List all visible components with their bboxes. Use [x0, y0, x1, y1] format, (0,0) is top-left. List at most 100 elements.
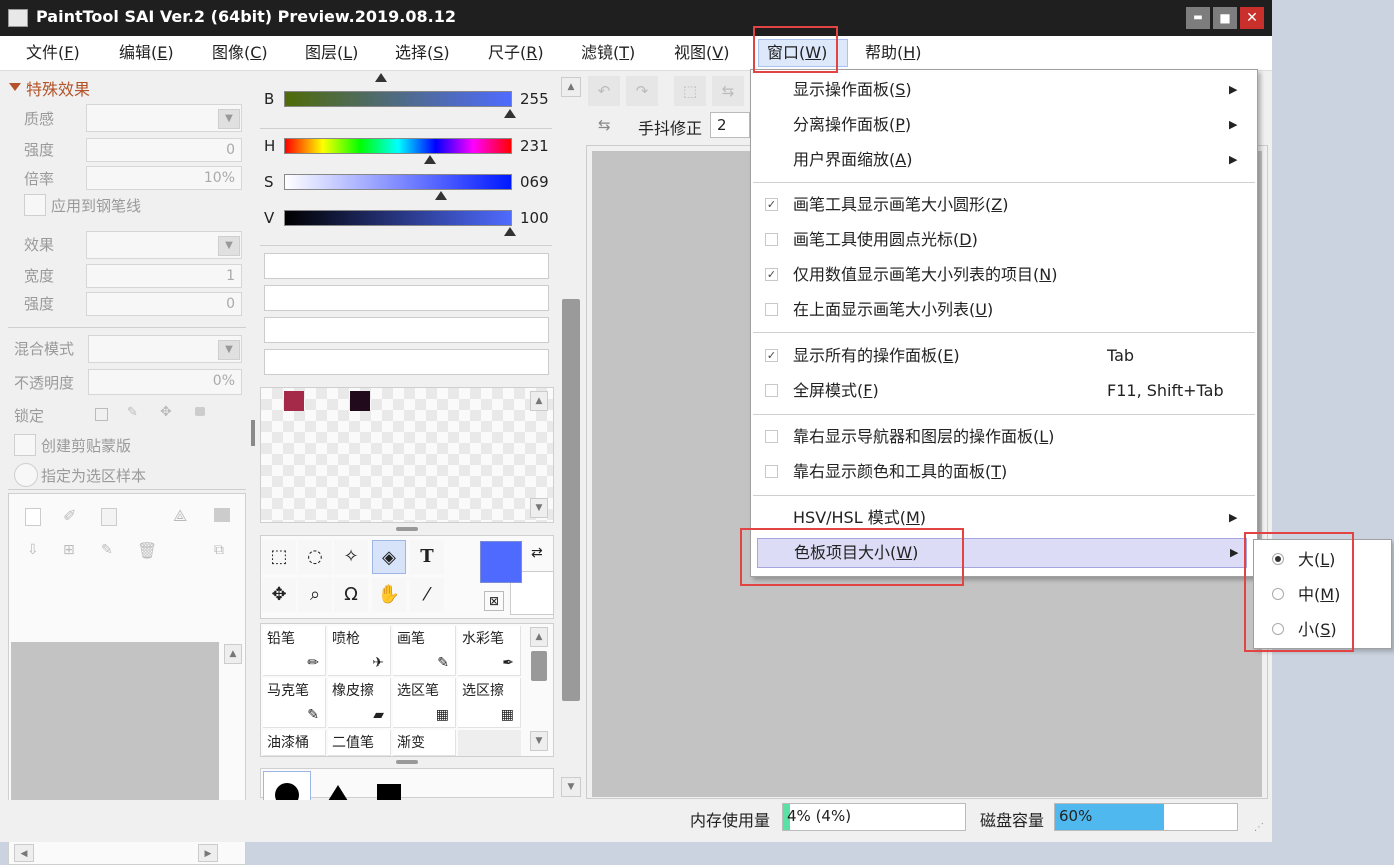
brush-item[interactable]: 油漆桶	[263, 730, 326, 756]
reset-colors-icon[interactable]: ⊠	[484, 591, 504, 611]
redo-icon[interactable]: ↷	[626, 76, 658, 106]
scroll-up-button[interactable]: ▲	[561, 77, 581, 97]
scroll-down-button[interactable]: ▼	[530, 731, 548, 751]
menu-ruler[interactable]: 尺子(R)	[488, 36, 544, 70]
opacity-field[interactable]: 0%	[88, 369, 242, 395]
scroll-up-button[interactable]: ▲	[530, 391, 548, 411]
copy-layer-icon[interactable]: ⊞	[63, 542, 75, 558]
window-menu-item[interactable]: 画笔工具使用圆点光标(D)	[751, 222, 1257, 257]
swap-colors-icon[interactable]: ⇄	[531, 545, 543, 561]
scroll-down-button[interactable]: ▼	[561, 777, 581, 797]
brush-item[interactable]: 喷枪 ✈	[328, 626, 391, 676]
brush-item[interactable]: 水彩笔 ✒	[458, 626, 521, 676]
chevron-down-icon[interactable]: ▼	[218, 109, 240, 129]
lock-transparency-icon[interactable]	[95, 408, 108, 421]
color-slot-2[interactable]	[264, 285, 549, 311]
eyedropper-icon[interactable]: ⁄	[410, 578, 444, 612]
window-menu-item[interactable]: ✓ 画笔工具显示画笔大小圆形(Z)	[751, 187, 1257, 222]
window-menu-item[interactable]: 分离操作面板(P) ▶	[751, 107, 1257, 142]
window-menu-item[interactable]: 在上面显示画笔大小列表(U)	[751, 292, 1257, 327]
deselect-icon[interactable]: ⬚	[674, 76, 706, 106]
title-bar[interactable]: PaintTool SAI Ver.2 (64bit) Preview.2019…	[0, 0, 1272, 36]
menu-layer[interactable]: 图层(L)	[305, 36, 358, 70]
rect-select-icon[interactable]: ⬚	[262, 540, 296, 574]
collapse-arrow-icon[interactable]	[9, 83, 21, 91]
new-mask-icon[interactable]: ⟁	[173, 506, 187, 526]
scale-field[interactable]: 10%	[86, 166, 242, 190]
panel-scrollbar[interactable]: ▲ ▼	[560, 75, 582, 797]
clipping-checkbox[interactable]	[14, 434, 36, 456]
window-menu-item[interactable]: 显示操作面板(S) ▶	[751, 72, 1257, 107]
rotate-icon[interactable]: Ω	[334, 578, 368, 612]
hand-icon[interactable]: ✋	[372, 578, 406, 612]
move-icon[interactable]: ✥	[262, 578, 296, 612]
selection-sample-radio[interactable]	[14, 463, 38, 487]
color-slot-1[interactable]	[264, 253, 549, 279]
scroll-left-button[interactable]: ◀	[14, 844, 34, 862]
panel-resize-handle[interactable]	[396, 527, 418, 531]
new-layer-icon[interactable]	[25, 508, 41, 526]
triangle-icon[interactable]	[328, 785, 348, 801]
menu-select[interactable]: 选择(S)	[395, 36, 450, 70]
slider-handle-icon[interactable]	[375, 73, 387, 82]
menu-file[interactable]: 文件(F)	[26, 36, 80, 70]
brush-item[interactable]: 渐变	[393, 730, 456, 756]
text-tool-icon[interactable]: T	[410, 540, 444, 574]
lock-icon[interactable]	[195, 407, 205, 416]
maximize-button[interactable]: ■	[1213, 7, 1237, 29]
shape-select-icon[interactable]: ◈	[372, 540, 406, 574]
scroll-right-button[interactable]: ▶	[198, 844, 218, 862]
menu-edit[interactable]: 编辑(E)	[119, 36, 174, 70]
zoom-icon[interactable]: ⌕	[298, 578, 332, 612]
slider-handle-icon[interactable]	[435, 191, 447, 200]
trash-icon[interactable]: 🗑	[137, 541, 157, 560]
slider-handle-icon[interactable]	[504, 227, 516, 236]
color-slot-3[interactable]	[264, 317, 549, 343]
brush-item[interactable]: 橡皮擦 ▰	[328, 678, 391, 728]
new-vector-layer-icon[interactable]: ✐	[63, 506, 76, 525]
window-menu-item[interactable]: 靠右显示颜色和工具的面板(T)	[751, 454, 1257, 489]
slider-handle-icon[interactable]	[504, 109, 516, 118]
clear-layer-icon[interactable]: ✎	[101, 542, 113, 558]
brush-item[interactable]: 铅笔 ✏	[263, 626, 326, 676]
stabilizer-field[interactable]: 2	[710, 112, 750, 138]
merge-down-icon[interactable]: ⇩	[27, 542, 39, 558]
brush-item[interactable]: 画笔 ✎	[393, 626, 456, 676]
strength-field[interactable]: 0	[86, 138, 242, 162]
chevron-down-icon[interactable]: ▼	[218, 340, 240, 360]
scroll-down-button[interactable]: ▼	[530, 498, 548, 518]
panel-splitter[interactable]	[251, 420, 255, 446]
width-field[interactable]: 1	[86, 264, 242, 288]
flip-icon[interactable]: ⇆	[598, 116, 611, 134]
scroll-thumb[interactable]	[562, 299, 580, 701]
new-folder-icon[interactable]	[101, 508, 117, 526]
color-slot-4[interactable]	[264, 349, 549, 375]
menu-filter[interactable]: 滤镜(T)	[581, 36, 635, 70]
v-slider[interactable]	[284, 210, 512, 226]
menu-help[interactable]: 帮助(H)	[865, 36, 922, 70]
scroll-up-button[interactable]: ▲	[224, 644, 242, 664]
swatch-dark-purple[interactable]	[350, 391, 370, 411]
b-slider[interactable]	[284, 91, 512, 107]
menu-view[interactable]: 视图(V)	[674, 36, 729, 70]
brush-item[interactable]: 二值笔	[328, 730, 391, 756]
window-menu-item[interactable]: 用户界面缩放(A) ▶	[751, 142, 1257, 177]
window-menu-item[interactable]: ✓ 仅用数值显示画笔大小列表的项目(N)	[751, 257, 1257, 292]
scroll-thumb[interactable]	[531, 651, 547, 681]
brush-item[interactable]: 马克笔 ✎	[263, 678, 326, 728]
undo-icon[interactable]: ↶	[588, 76, 620, 106]
window-menu-item[interactable]: 全屏模式(F) F11, Shift+Tab	[751, 373, 1257, 408]
scroll-up-button[interactable]: ▲	[530, 627, 548, 647]
layer-mask-icon[interactable]	[214, 508, 230, 522]
square-icon[interactable]	[377, 784, 401, 800]
close-button[interactable]: ✕	[1240, 7, 1264, 29]
invert-icon[interactable]: ⇆	[712, 76, 744, 106]
lock-pen-icon[interactable]: ✎	[127, 405, 138, 420]
panel-resize-handle[interactable]	[396, 760, 418, 764]
slider-handle-icon[interactable]	[424, 155, 436, 164]
apply-to-pen-checkbox[interactable]	[24, 194, 46, 216]
merge-icon[interactable]: ⧉	[214, 542, 224, 558]
brush-item[interactable]: 选区擦 ▦	[458, 678, 521, 728]
menu-image[interactable]: 图像(C)	[212, 36, 268, 70]
minimize-button[interactable]: ▬	[1186, 7, 1210, 29]
